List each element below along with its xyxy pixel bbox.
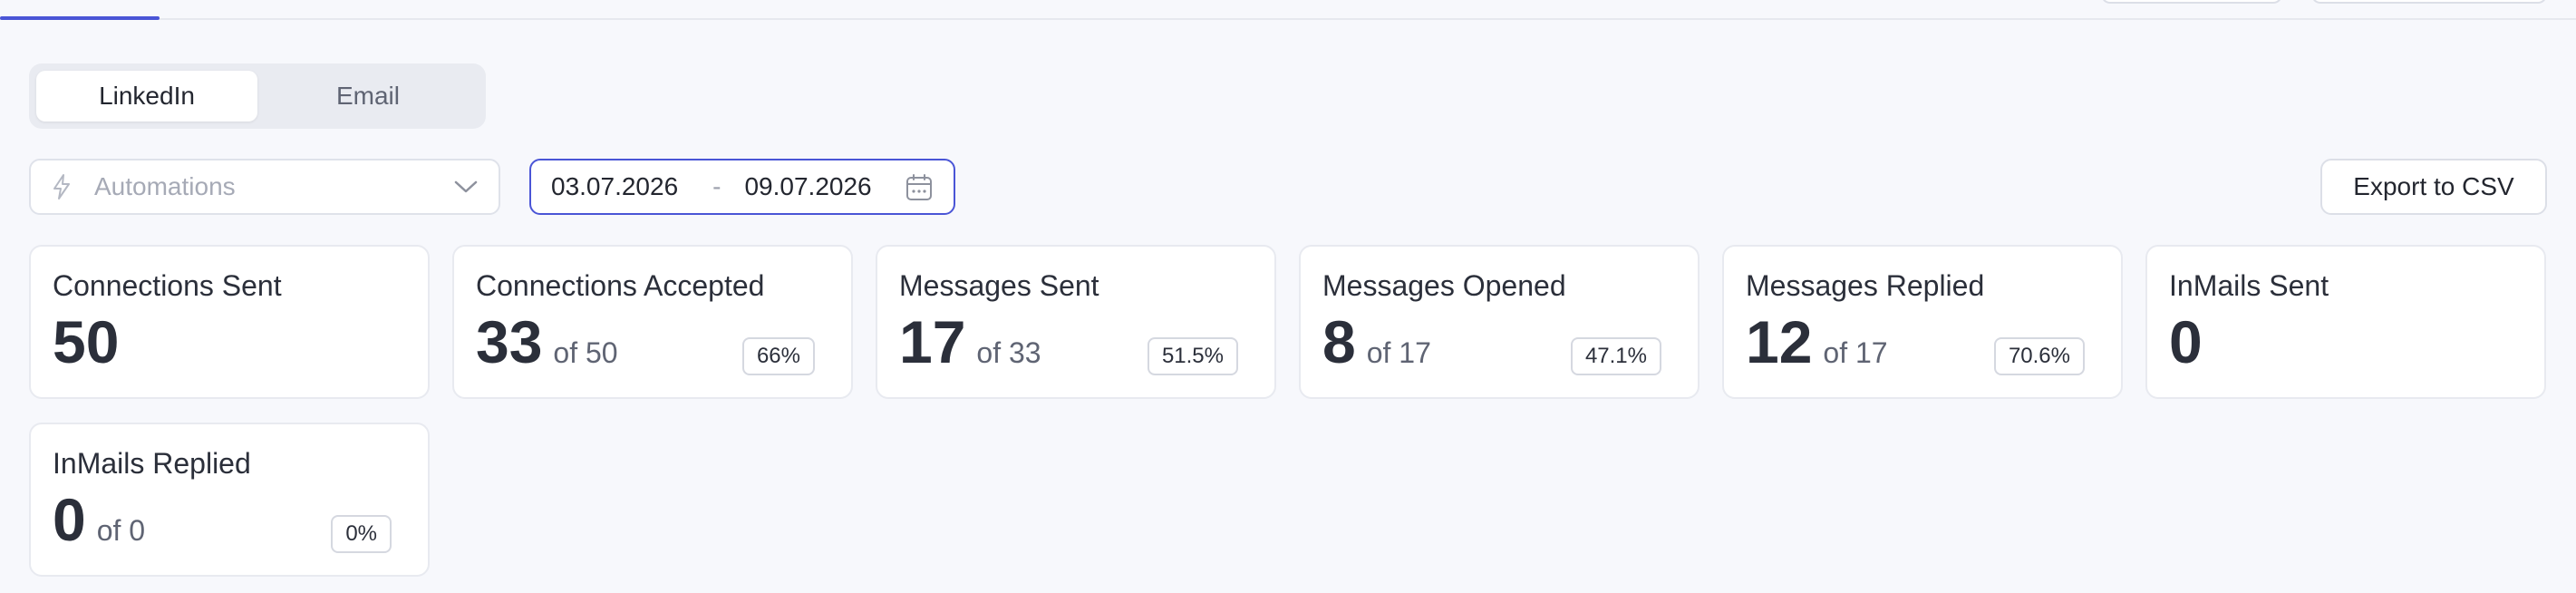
stat-rate-badge: 0% [331,515,392,553]
stat-card-messages-replied: Messages Replied 12 of 17 70.6% [1722,245,2123,399]
stat-rate-badge: 47.1% [1570,337,1661,375]
stat-card-inmails-sent: InMails Sent 0 [2145,245,2546,399]
stat-title: InMails Replied [53,447,251,480]
date-range-picker[interactable]: 03.07.2026 - 09.07.2026 [529,159,955,215]
date-to[interactable]: 09.07.2026 [744,172,871,201]
tab-email[interactable]: Email [257,71,479,122]
stat-rate-badge: 70.6% [1993,337,2085,375]
stat-of-total: of 33 [976,336,1041,369]
stat-title: Messages Replied [1746,269,1985,302]
stat-value: 0 [2169,308,2203,375]
stat-title: Messages Sent [899,269,1099,302]
date-separator: - [712,172,721,200]
stat-rate-badge: 66% [741,337,815,375]
stat-value: 12 [1746,308,1813,375]
export-csv-button[interactable]: Export to CSV [2320,159,2547,215]
chevron-down-icon [454,180,478,193]
stat-title: InMails Sent [2169,269,2329,302]
stat-value: 17 [899,308,966,375]
active-tab-indicator [0,16,160,20]
top-control-right[interactable] [2311,0,2547,4]
tab-linkedin[interactable]: LinkedIn [36,71,257,122]
stat-value: 0 [53,486,86,553]
stat-of-total: of 0 [96,514,146,547]
stat-card-connections-accepted: Connections Accepted 33 of 50 66% [452,245,853,399]
stat-of-total: of 50 [553,336,618,369]
calendar-icon[interactable] [905,173,934,202]
automations-select[interactable]: Automations [29,159,500,215]
stat-rate-badge: 51.5% [1147,337,1238,375]
bolt-icon [53,174,70,199]
stat-card-messages-opened: Messages Opened 8 of 17 47.1% [1299,245,1700,399]
stat-title: Connections Accepted [476,269,765,302]
stat-title: Messages Opened [1322,269,1566,302]
stat-of-total: of 17 [1366,336,1431,369]
stat-value: 8 [1322,308,1356,375]
stat-value: 50 [53,308,120,375]
stat-card-inmails-replied: InMails Replied 0 of 0 0% [29,423,430,577]
stat-card-messages-sent: Messages Sent 17 of 33 51.5% [876,245,1276,399]
date-from[interactable]: 03.07.2026 [551,172,678,201]
top-tab-bar [0,0,2576,20]
stat-title: Connections Sent [53,269,282,302]
stat-of-total: of 17 [1823,336,1888,369]
automations-placeholder: Automations [94,172,236,200]
analytics-page: LinkedIn Email Automations 03.07.2026 - … [0,0,2576,593]
top-control-left[interactable] [2101,0,2282,4]
stat-value: 33 [476,308,543,375]
channel-toggle: LinkedIn Email [29,63,486,129]
stat-card-connections-sent: Connections Sent 50 [29,245,430,399]
